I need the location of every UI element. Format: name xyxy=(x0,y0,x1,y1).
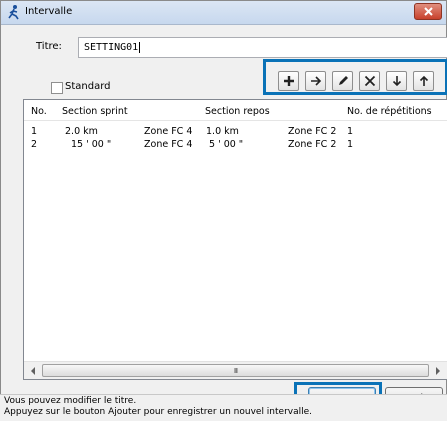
scroll-right-button[interactable] xyxy=(430,363,446,379)
insert-button[interactable] xyxy=(305,71,326,91)
titre-value: SETTING01 xyxy=(84,42,139,53)
titre-input[interactable]: SETTING01 xyxy=(78,37,447,58)
window-title: Intervalle xyxy=(25,6,73,17)
chevron-left-icon xyxy=(31,367,35,375)
delete-button[interactable] xyxy=(359,71,380,91)
title-bar[interactable]: Intervalle xyxy=(1,1,446,25)
horizontal-scrollbar[interactable]: III xyxy=(24,361,447,379)
delete-x-icon xyxy=(364,75,375,87)
help-panel: Vous pouvez modifier le titre. Appuyez s… xyxy=(0,394,447,421)
sprint-value: 15 ' 00 " xyxy=(71,139,112,150)
interval-list[interactable]: No. Section sprint Section repos No. de … xyxy=(23,99,447,380)
pencil-icon xyxy=(338,76,348,85)
arrow-down-icon xyxy=(392,76,401,87)
row-no: 2 xyxy=(31,139,38,150)
column-header-repetitions[interactable]: No. de répétitions xyxy=(347,106,432,117)
repos-value: 1.0 km xyxy=(206,126,239,137)
column-header-no[interactable]: No. xyxy=(31,106,47,117)
sprint-zone: Zone FC 4 xyxy=(144,126,193,137)
column-header-repos[interactable]: Section repos xyxy=(205,106,270,117)
runner-icon xyxy=(7,4,21,20)
plus-icon xyxy=(283,76,294,86)
chevron-right-icon xyxy=(436,367,440,375)
edit-button[interactable] xyxy=(332,71,353,91)
arrow-up-icon xyxy=(419,75,428,86)
move-up-button[interactable] xyxy=(413,71,434,91)
standard-checkbox[interactable] xyxy=(51,82,63,94)
column-header-sprint[interactable]: Section sprint xyxy=(62,106,128,117)
header-divider xyxy=(24,120,447,121)
help-line-1: Vous pouvez modifier le titre. xyxy=(4,396,137,406)
help-line-2: Appuyez sur le bouton Ajouter pour enreg… xyxy=(4,407,313,417)
sprint-value: 2.0 km xyxy=(65,126,98,137)
close-button[interactable] xyxy=(414,3,442,20)
scroll-thumb[interactable]: III xyxy=(42,364,429,377)
scroll-left-button[interactable] xyxy=(25,363,41,379)
standard-label: Standard xyxy=(65,81,111,92)
toolbar xyxy=(263,59,447,95)
repos-zone: Zone FC 2 xyxy=(288,126,337,137)
repetitions-value: 1 xyxy=(347,126,354,137)
row-no: 1 xyxy=(31,126,38,137)
intervalle-dialog: Intervalle Titre: SETTING01 Standard No.… xyxy=(0,0,447,421)
add-button[interactable] xyxy=(278,71,299,91)
repos-value: 5 ' 00 " xyxy=(209,139,244,150)
repos-zone: Zone FC 2 xyxy=(288,139,337,150)
scroll-grip-icon: III xyxy=(233,366,238,375)
close-icon xyxy=(423,7,433,16)
titre-label: Titre: xyxy=(36,41,62,52)
arrow-right-icon xyxy=(310,76,321,86)
move-down-button[interactable] xyxy=(386,71,407,91)
sprint-zone: Zone FC 4 xyxy=(144,139,193,150)
repetitions-value: 1 xyxy=(347,139,354,150)
